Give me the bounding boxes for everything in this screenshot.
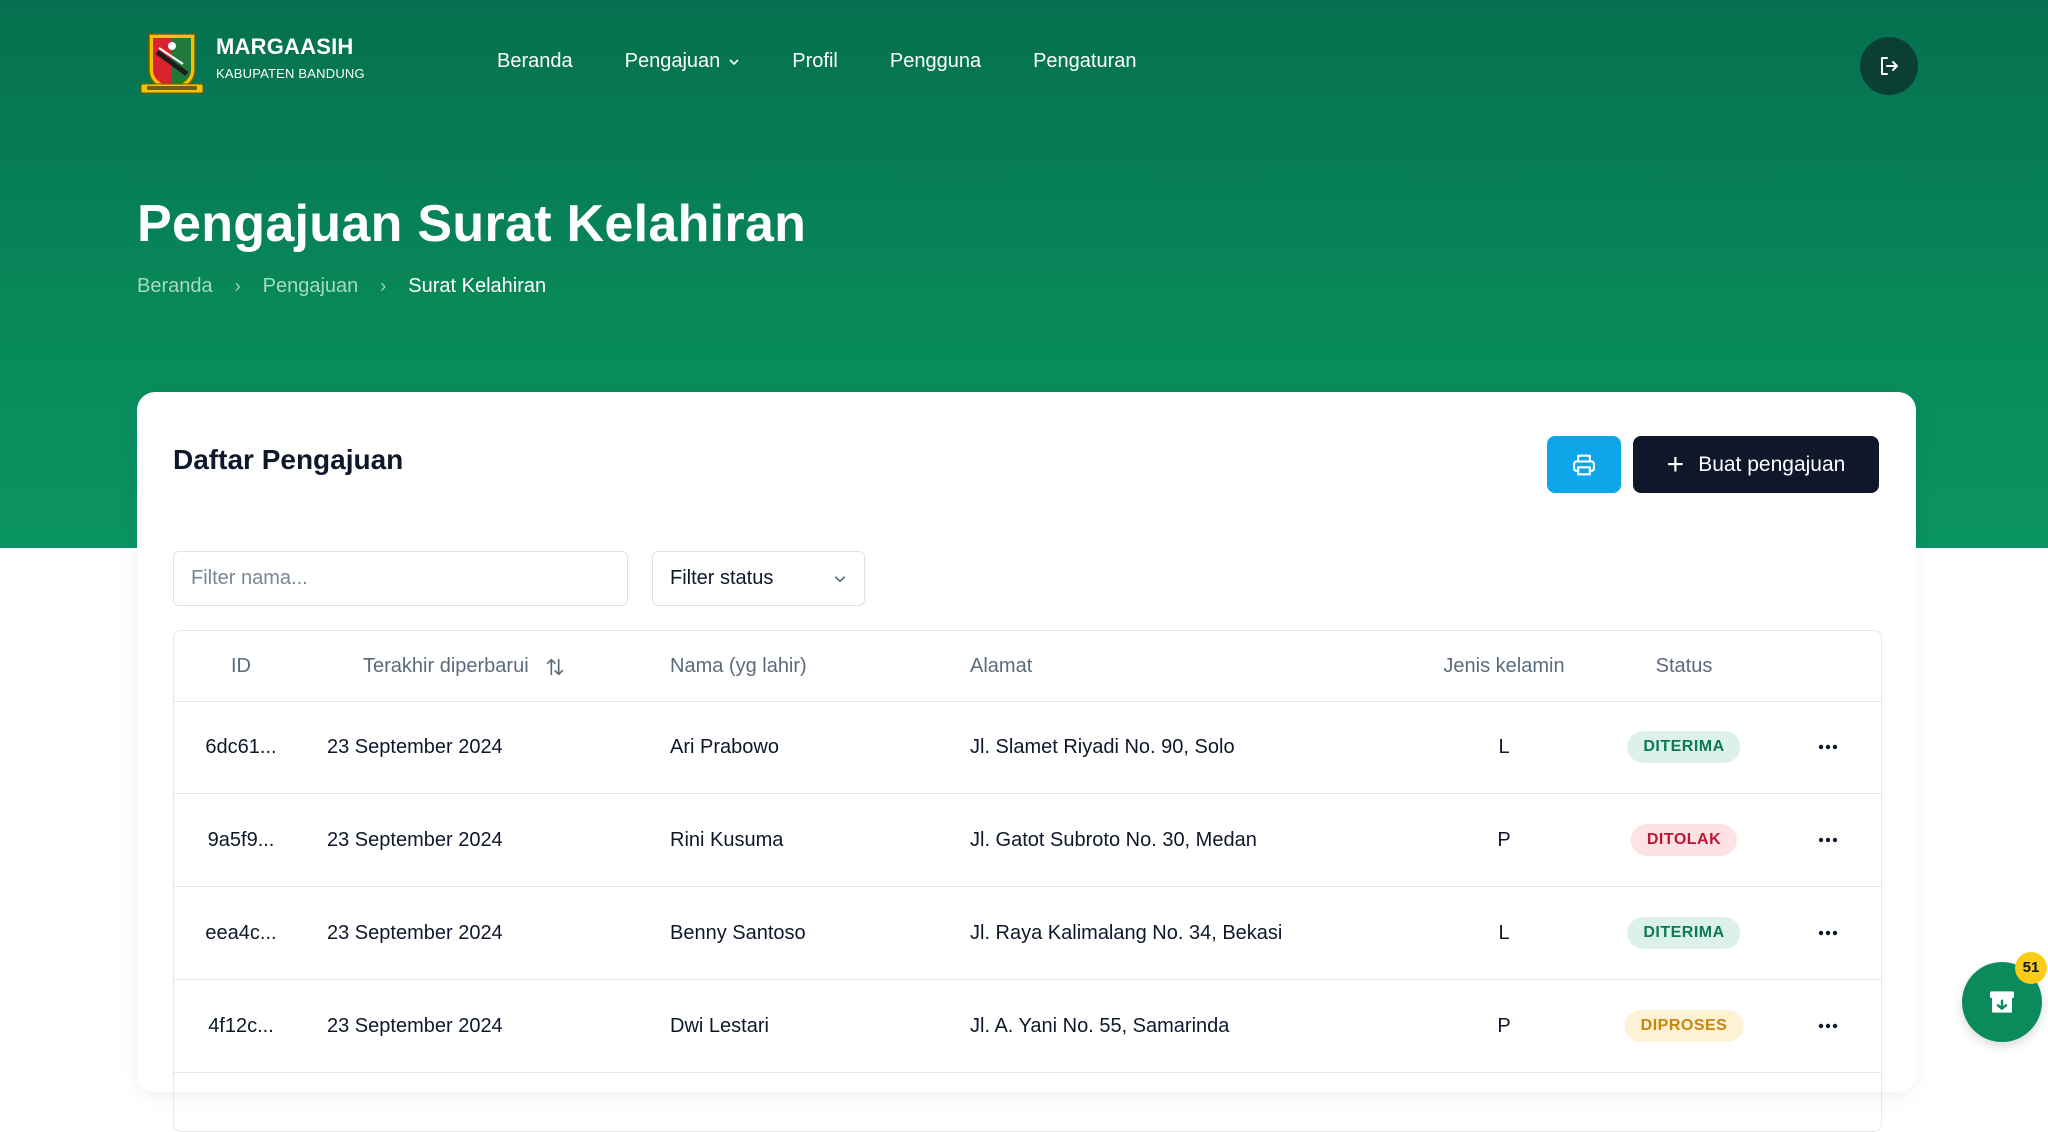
cell-address: Jl. A. Yani No. 55, Samarinda (970, 1015, 1230, 1037)
more-horizontal-icon (1818, 744, 1838, 750)
cell-name: Dwi Lestari (670, 1015, 769, 1037)
table-row[interactable]: 4f12c... 23 September 2024 Dwi Lestari J… (174, 980, 1881, 1073)
cell-gender: P (1497, 1015, 1511, 1037)
submission-list-card: Daftar Pengajuan + Buat pengajuan Filter… (137, 392, 1916, 1132)
row-actions-button[interactable] (1812, 1010, 1844, 1042)
nav-label: Profil (792, 50, 838, 72)
cell-name: Rini Kusuma (670, 829, 784, 851)
brand-subtitle: KABUPATEN BANDUNG (216, 66, 365, 81)
nav-item-pengguna[interactable]: Pengguna (890, 50, 981, 73)
table-header: ID Terakhir diperbarui Nama (yg lahir) A… (174, 631, 1881, 702)
plus-icon: + (1666, 447, 1685, 481)
print-button[interactable] (1547, 436, 1621, 493)
breadcrumb-item-current: Surat Kelahiran (408, 275, 547, 297)
filter-name-input[interactable] (173, 551, 628, 606)
row-actions-button[interactable] (1812, 731, 1844, 763)
cell-updated: 23 September 2024 (327, 1015, 503, 1037)
breadcrumb-item-beranda[interactable]: Beranda (137, 275, 213, 298)
cell-address: Jl. Slamet Riyadi No. 90, Solo (970, 736, 1235, 758)
breadcrumb-separator-icon: › (234, 276, 241, 296)
cell-address: Jl. Raya Kalimalang No. 34, Bekasi (970, 922, 1283, 944)
logout-button[interactable] (1860, 37, 1918, 95)
create-submission-label: Buat pengajuan (1698, 452, 1846, 476)
cell-gender: L (1498, 736, 1510, 758)
cell-name: Ari Prabowo (670, 736, 779, 758)
cell-address: Jl. Gatot Subroto No. 30, Medan (970, 829, 1257, 851)
status-badge: DITERIMA (1627, 917, 1741, 949)
breadcrumb-item-pengajuan[interactable]: Pengajuan (263, 275, 359, 298)
filter-status-select[interactable]: Filter status (652, 551, 865, 606)
cell-id: 9a5f9... (207, 829, 275, 851)
column-header-updated-label: Terakhir diperbarui (363, 655, 529, 677)
submission-table: ID Terakhir diperbarui Nama (yg lahir) A… (173, 630, 1882, 1132)
nav-item-pengajuan[interactable]: Pengajuan (625, 50, 741, 73)
logout-icon (1881, 57, 1898, 75)
cell-gender: P (1497, 829, 1511, 851)
nav-label: Pengguna (889, 50, 982, 72)
chevron-down-icon (729, 58, 739, 65)
nav-label: Pengaturan (1033, 50, 1137, 72)
more-horizontal-icon (1818, 930, 1838, 936)
printer-icon (1573, 454, 1595, 475)
cell-updated: 23 September 2024 (327, 922, 503, 944)
column-header-gender: Jenis kelamin (1443, 655, 1565, 677)
breadcrumb: Beranda › Pengajuan › Surat Kelahiran (137, 275, 546, 298)
cell-id: 6dc61... (205, 736, 277, 758)
cell-id: eea4c... (205, 922, 277, 944)
breadcrumb-separator-icon: › (380, 276, 387, 296)
status-badge: DITERIMA (1627, 731, 1741, 763)
table-row[interactable]: eea4c... 23 September 2024 Benny Santoso… (174, 887, 1881, 980)
column-header-address: Alamat (970, 655, 1033, 677)
column-header-updated[interactable]: Terakhir diperbarui (363, 631, 566, 701)
main-nav: Beranda Pengajuan Profil Pengguna Pengat… (497, 50, 1188, 73)
table-row[interactable]: 6dc61... 23 September 2024 Ari Prabowo J… (174, 701, 1881, 794)
nav-item-profil[interactable]: Profil (792, 50, 838, 73)
kabupaten-bandung-logo[interactable] (137, 30, 207, 98)
table-row[interactable]: 9a5f9... 23 September 2024 Rini Kusuma J… (174, 794, 1881, 887)
cell-id: 4f12c... (208, 1015, 274, 1037)
brand-name: MARGAASIH (216, 34, 354, 59)
column-header-status: Status (1655, 655, 1713, 677)
create-submission-button[interactable]: + Buat pengajuan (1633, 436, 1879, 493)
cell-updated: 23 September 2024 (327, 829, 503, 851)
row-actions-button[interactable] (1812, 824, 1844, 856)
nav-label: Beranda (497, 50, 573, 72)
status-badge: DIPROSES (1624, 1010, 1744, 1042)
column-header-id: ID (231, 655, 251, 677)
column-header-name: Nama (yg lahir) (670, 655, 807, 677)
cell-name: Benny Santoso (670, 922, 806, 944)
cell-updated: 23 September 2024 (327, 736, 503, 758)
more-horizontal-icon (1818, 837, 1838, 843)
page-title: Pengajuan Surat Kelahiran (137, 195, 807, 253)
cell-gender: L (1498, 922, 1510, 944)
archive-download-icon (1990, 991, 2014, 1013)
nav-item-pengaturan[interactable]: Pengaturan (1033, 50, 1136, 73)
notification-count-badge: 51 (2015, 952, 2047, 984)
nav-label: Pengajuan (624, 50, 721, 72)
chevron-down-icon (834, 575, 846, 582)
more-horizontal-icon (1818, 1023, 1838, 1029)
card-title: Daftar Pengajuan (173, 444, 404, 475)
row-actions-button[interactable] (1812, 917, 1844, 949)
sort-icon (547, 658, 564, 675)
status-badge: DITOLAK (1630, 824, 1738, 856)
filter-status-label: Filter status (670, 567, 774, 589)
nav-item-beranda[interactable]: Beranda (497, 50, 573, 73)
